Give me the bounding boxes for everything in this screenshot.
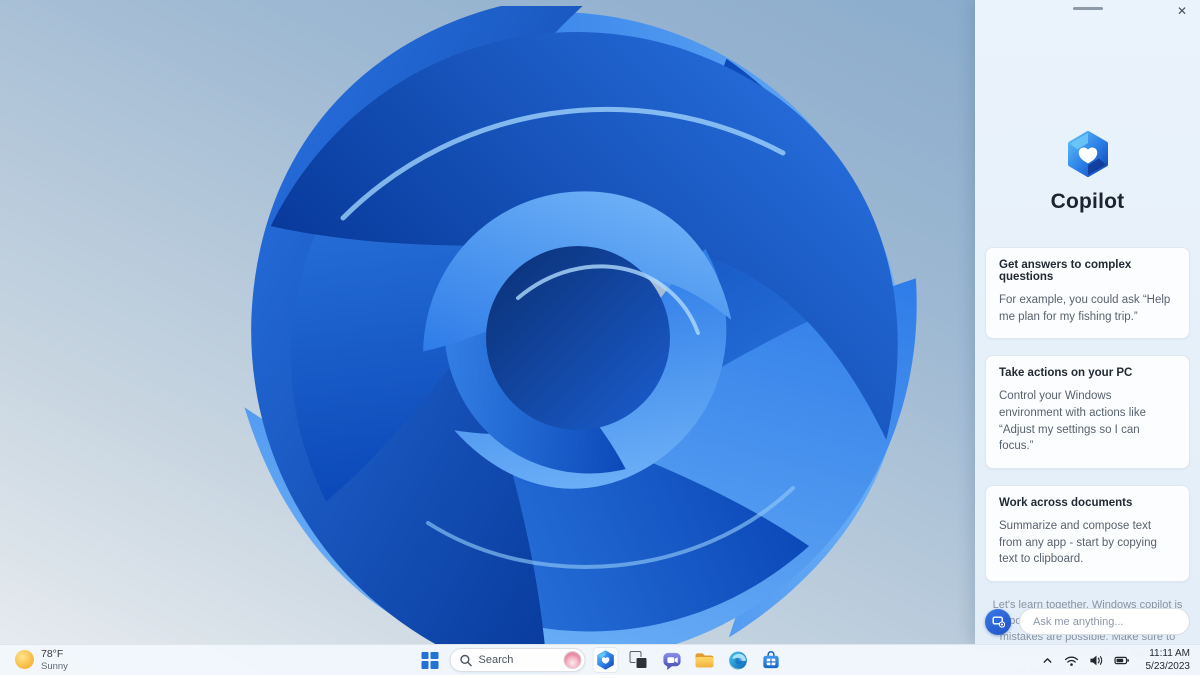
taskbar: 78°F Sunny Search (0, 644, 1200, 675)
card-body: Control your Windows environment with ac… (999, 388, 1176, 455)
tray-overflow-button[interactable] (1038, 651, 1057, 670)
weather-widget[interactable]: 78°F Sunny (9, 646, 74, 674)
copilot-logo-icon (1064, 130, 1112, 178)
speaker-icon (1089, 654, 1104, 667)
windows-logo-icon (421, 652, 438, 669)
taskbar-store-button[interactable] (758, 647, 784, 673)
close-icon[interactable]: ✕ (1172, 2, 1192, 20)
weather-temperature: 78°F (41, 648, 68, 661)
task-view-icon (630, 651, 648, 669)
screen-context-icon (992, 615, 1005, 628)
bing-daily-image-icon (564, 651, 582, 669)
card-body: Summarize and compose text from any app … (999, 518, 1176, 568)
card-title: Take actions on your PC (999, 367, 1176, 379)
taskbar-chat-button[interactable] (659, 647, 685, 673)
panel-title: Copilot (975, 190, 1200, 214)
card-work-across-documents[interactable]: Work across documents Summarize and comp… (985, 485, 1190, 582)
screen-context-button[interactable] (985, 609, 1011, 635)
card-take-actions[interactable]: Take actions on your PC Control your Win… (985, 355, 1190, 469)
panel-drag-handle[interactable] (1073, 7, 1103, 10)
clock-date[interactable]: 11:11 AM 5/23/2023 (1142, 646, 1195, 674)
edge-icon (727, 650, 748, 671)
search-icon (460, 654, 473, 667)
taskbar-file-explorer-button[interactable] (692, 647, 718, 673)
card-title: Get answers to complex questions (999, 259, 1176, 283)
volume-indicator[interactable] (1086, 651, 1107, 670)
battery-icon (1114, 654, 1130, 667)
clock-time: 11:11 AM (1146, 647, 1191, 660)
chat-icon (661, 650, 682, 671)
taskbar-copilot-button[interactable] (593, 647, 619, 673)
copilot-icon (596, 650, 616, 670)
taskbar-edge-button[interactable] (725, 647, 751, 673)
card-body: For example, you could ask “Help me plan… (999, 292, 1176, 325)
microsoft-store-icon (760, 650, 781, 671)
copilot-panel: ✕ Copilot Get answers to complex questio… (975, 0, 1200, 644)
suggestion-cards: Get answers to complex questions For exa… (975, 247, 1200, 582)
chevron-up-icon (1041, 654, 1054, 667)
chat-input-row (985, 608, 1190, 635)
bloom-wallpaper-graphic (148, 6, 988, 644)
system-tray: 11:11 AM 5/23/2023 (1038, 646, 1195, 674)
ask-me-anything-input[interactable] (1019, 608, 1190, 635)
sunny-weather-icon (15, 650, 34, 669)
search-box[interactable]: Search (450, 648, 586, 672)
file-explorer-icon (694, 649, 716, 671)
clock-date-value: 5/23/2023 (1146, 660, 1191, 673)
search-label: Search (479, 654, 564, 666)
start-button[interactable] (417, 647, 443, 673)
wifi-icon (1064, 654, 1079, 667)
card-title: Work across documents (999, 497, 1176, 509)
battery-indicator[interactable] (1111, 651, 1133, 670)
wifi-indicator[interactable] (1061, 651, 1082, 670)
card-complex-questions[interactable]: Get answers to complex questions For exa… (985, 247, 1190, 339)
weather-condition: Sunny (41, 661, 68, 672)
taskbar-task-view-button[interactable] (626, 647, 652, 673)
